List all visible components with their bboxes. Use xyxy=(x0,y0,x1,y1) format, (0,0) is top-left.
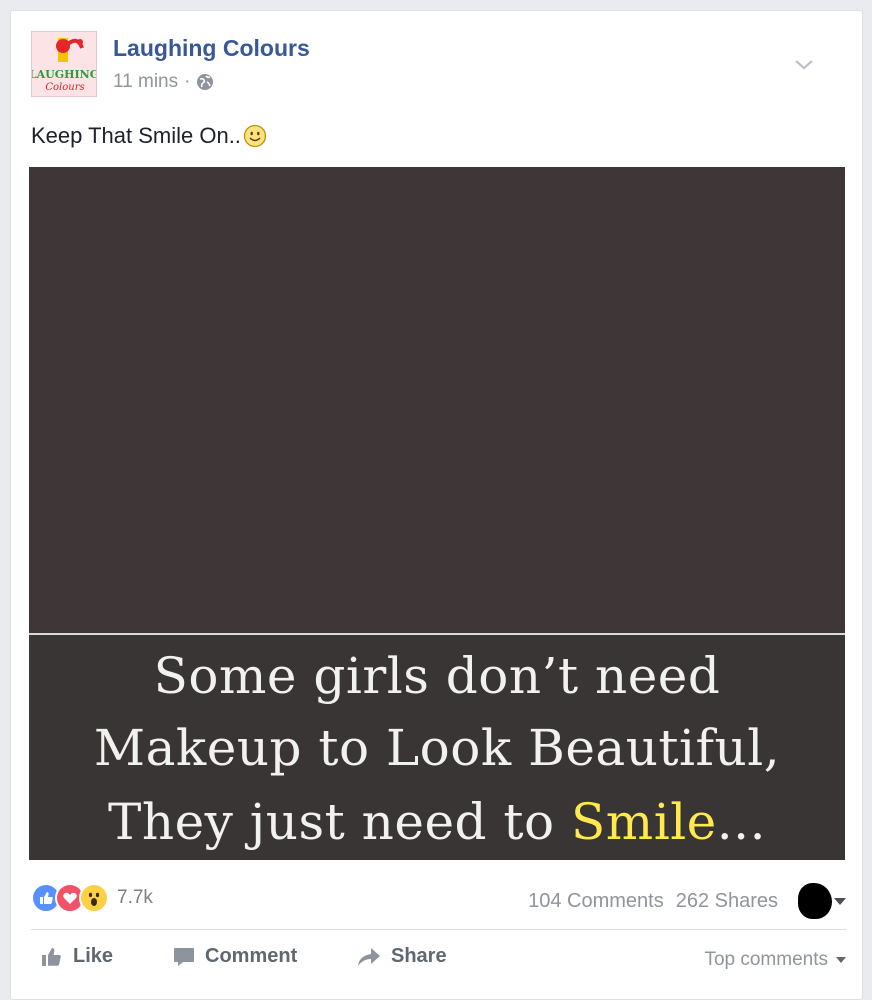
thumbs-up-icon xyxy=(42,947,61,966)
post-card: LAUGHING Colours Laughing Colours 11 min… xyxy=(10,10,863,1000)
logo-subtext: Colours xyxy=(45,82,84,93)
post-meta: 11 mins · xyxy=(113,71,214,93)
logo-text: LAUGHING xyxy=(32,68,96,81)
comments-count[interactable]: 104 Comments xyxy=(528,890,664,913)
comment-label: Comment xyxy=(205,945,298,967)
comment-sort-label: Top comments xyxy=(704,949,828,970)
quote-highlight-word: Smile xyxy=(571,793,717,851)
quote-line-3-suffix: ... xyxy=(716,793,766,851)
quote-line-2: Makeup to Look Beautiful, xyxy=(93,719,781,777)
comment-sort-dropdown[interactable]: Top comments xyxy=(704,949,846,971)
share-arrow-icon xyxy=(358,947,380,966)
share-label: Share xyxy=(391,945,447,967)
like-button[interactable]: Like xyxy=(41,945,113,968)
quote-line-3-prefix: They just need to xyxy=(108,793,572,851)
post-image[interactable]: Some girls don’t need Makeup to Look Bea… xyxy=(29,167,845,860)
wow-reaction-icon xyxy=(79,883,109,913)
share-button[interactable]: Share xyxy=(357,945,447,968)
post-message: Keep That Smile On.. xyxy=(31,123,267,149)
caret-down-icon xyxy=(834,897,846,905)
comment-button[interactable]: Comment xyxy=(173,945,297,968)
quote-line-1: Some girls don’t need xyxy=(153,647,721,705)
meta-separator: · xyxy=(184,71,191,92)
divider xyxy=(31,929,846,930)
avatar xyxy=(798,883,832,919)
caret-down-icon xyxy=(836,957,846,963)
smiley-icon xyxy=(243,124,267,148)
laughing-colours-logo: LAUGHING Colours xyxy=(32,32,96,96)
shares-count[interactable]: 262 Shares xyxy=(676,890,778,913)
post-header: LAUGHING Colours Laughing Colours 11 min… xyxy=(31,31,831,101)
page-name-link[interactable]: Laughing Colours xyxy=(113,35,310,62)
globe-icon[interactable] xyxy=(196,73,214,91)
post-message-text: Keep That Smile On.. xyxy=(31,123,241,148)
post-stats: 7.7k 104 Comments 262 Shares xyxy=(31,879,846,919)
engagement-counts: 104 Comments 262 Shares xyxy=(528,883,846,919)
reactions-summary[interactable]: 7.7k xyxy=(31,883,153,913)
page-avatar[interactable]: LAUGHING Colours xyxy=(31,31,97,97)
chevron-down-icon[interactable] xyxy=(793,53,815,75)
post-actions: Like Comment Share Top comments xyxy=(31,941,846,985)
comment-icon xyxy=(174,947,194,966)
quote-line-3: They just need to Smile... xyxy=(29,793,845,851)
reaction-count[interactable]: 7.7k xyxy=(117,887,153,909)
acting-as-selector[interactable] xyxy=(798,883,846,919)
post-timestamp[interactable]: 11 mins xyxy=(113,71,178,93)
like-label: Like xyxy=(73,945,114,967)
